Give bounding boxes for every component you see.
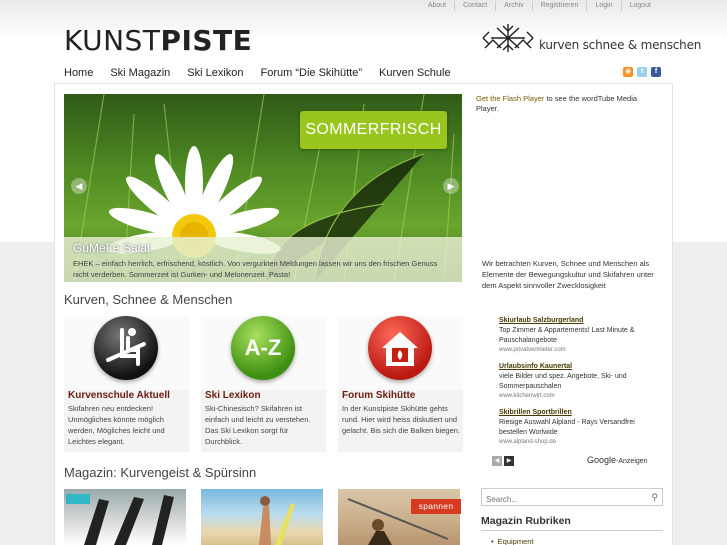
card-title[interactable]: Forum Skihütte bbox=[342, 390, 415, 401]
ad-url: www.kitchenwirt.com bbox=[499, 393, 555, 399]
slider-next-icon[interactable]: ▶ bbox=[443, 178, 459, 194]
main-nav: Home Ski Magazin Ski Lexikon Forum “Die … bbox=[64, 67, 468, 79]
topbar-link-archiv[interactable]: Archiv bbox=[495, 1, 531, 11]
slider-badge: SOMMERFRISCH bbox=[300, 111, 447, 149]
ad-item[interactable]: Urlaubsinfo Kaunertal viele Bilder und s… bbox=[499, 362, 657, 401]
snowflake-pattern-icon bbox=[482, 24, 534, 52]
nav-ski-magazin[interactable]: Ski Magazin bbox=[110, 67, 170, 79]
google-anzeigen: -Anzeigen bbox=[616, 458, 648, 465]
slider-prev-icon[interactable]: ◀ bbox=[71, 178, 87, 194]
ad-desc: viele Bilder und spez. Angebote, Ski- un… bbox=[499, 373, 627, 390]
top-utility-nav: About Contact Archiv Registrieren Login … bbox=[420, 0, 659, 12]
search-box: ⚲ bbox=[481, 488, 663, 508]
ad-title[interactable]: Skiurlaub Salzburgerland bbox=[499, 316, 657, 326]
card-icon-area: A-Z bbox=[201, 316, 326, 390]
card-kurvenschule[interactable]: Kurvenschule Aktuell Skifahren neu entde… bbox=[64, 316, 189, 452]
rss-icon[interactable]: ◉ bbox=[623, 67, 633, 77]
flash-player-notice: Get the Flash Player to see the wordTube… bbox=[476, 94, 656, 114]
rubriken-title: Magazin Rubriken bbox=[481, 515, 571, 527]
logo-part-kunst: KUNST bbox=[64, 24, 161, 57]
card-forum-skihuette[interactable]: Forum Skihütte In der Kunstpiste Skihütt… bbox=[338, 316, 463, 452]
facebook-icon[interactable]: f bbox=[651, 67, 661, 77]
google-ads-block: Skiurlaub Salzburgerland Top Zimmer & Ap… bbox=[499, 316, 657, 454]
section-title-kurven: Kurven, Schnee & Menschen bbox=[64, 292, 233, 307]
section-title-magazin: Magazin: Kurvengeist & Spürsinn bbox=[64, 465, 257, 480]
card-icon-area bbox=[64, 316, 189, 390]
brand-tagline: kurven schnee & menschen bbox=[539, 38, 702, 52]
ad-desc: Top Zimmer & Appartements! Last Minute &… bbox=[499, 327, 635, 344]
topbar-link-login[interactable]: Login bbox=[586, 1, 620, 11]
topbar-link-contact[interactable]: Contact bbox=[454, 1, 495, 11]
rubriken-divider bbox=[481, 530, 663, 531]
card-title[interactable]: Ski Lexikon bbox=[205, 390, 261, 401]
ski-lift-chair-icon bbox=[94, 316, 158, 380]
thumb-label-spannen: spannen bbox=[411, 499, 461, 514]
card-title[interactable]: Kurvenschule Aktuell bbox=[68, 390, 170, 401]
ads-prev-icon[interactable]: ◀ bbox=[492, 456, 502, 466]
ads-next-icon[interactable]: ▶ bbox=[504, 456, 514, 466]
get-flash-player-link[interactable]: Get the Flash Player bbox=[476, 94, 544, 103]
slider-caption: GuMeFe Salat EHEK – einfach herrlich, er… bbox=[64, 237, 462, 282]
nav-kurven-schule[interactable]: Kurven Schule bbox=[379, 67, 451, 79]
magazin-thumb-ski-silhouettes[interactable] bbox=[64, 489, 186, 545]
ads-pager: ◀ ▶ bbox=[492, 456, 514, 466]
card-text: In der Kunstpiste Skihütte gehts rund. H… bbox=[342, 404, 460, 435]
topbar-link-registrieren[interactable]: Registrieren bbox=[531, 1, 587, 11]
magazin-thumb-spannen[interactable] bbox=[338, 489, 460, 545]
social-links: ◉ t f bbox=[623, 67, 661, 77]
slider-text: EHEK – einfach herrlich, erfrischend, kö… bbox=[73, 259, 438, 279]
logo-part-piste: PISTE bbox=[160, 24, 253, 57]
a-z-icon: A-Z bbox=[231, 316, 295, 380]
about-text: Wir betrachten Kurven, Schnee und Mensch… bbox=[482, 259, 654, 290]
search-icon[interactable]: ⚲ bbox=[651, 492, 658, 503]
ad-url: www.alpland-shop.de bbox=[499, 439, 557, 445]
card-ski-lexikon[interactable]: A-Z Ski Lexikon Ski-Chinesisch? Skifahre… bbox=[201, 316, 326, 452]
slider-title[interactable]: GuMeFe Salat bbox=[73, 241, 453, 255]
ad-title[interactable]: Skibrillen Sportbrillen bbox=[499, 408, 657, 418]
card-text: Ski-Chinesisch? Skifahren ist einfach un… bbox=[205, 404, 311, 446]
nav-ski-lexikon[interactable]: Ski Lexikon bbox=[187, 67, 243, 79]
brand-tagline-block: kurven schnee & menschen bbox=[481, 22, 701, 54]
card-icon-area bbox=[338, 316, 463, 390]
rubriken-item-equipment[interactable]: Equipment bbox=[491, 537, 534, 545]
google-ads-label[interactable]: Google-Anzeigen bbox=[587, 455, 648, 465]
search-input[interactable] bbox=[482, 491, 642, 508]
ad-item[interactable]: Skibrillen Sportbrillen Riesige Auswahl … bbox=[499, 408, 657, 447]
card-text: Skifahren neu entdecken! Unmögliches kön… bbox=[68, 404, 165, 446]
site-logo[interactable]: KUNSTPISTE bbox=[64, 24, 252, 57]
topbar-link-logout[interactable]: Logout bbox=[620, 1, 659, 11]
ad-title[interactable]: Urlaubsinfo Kaunertal bbox=[499, 362, 657, 372]
ad-url: www.privatvermieter.com bbox=[499, 347, 566, 353]
topbar-link-about[interactable]: About bbox=[420, 1, 454, 11]
nav-forum-skihuette[interactable]: Forum “Die Skihütte” bbox=[261, 67, 362, 79]
ad-desc: Riesige Auswahl Alpland - Rays Versandfr… bbox=[499, 419, 635, 436]
magazin-thumb-beach-skis[interactable] bbox=[201, 489, 323, 545]
google-brand: Google bbox=[587, 455, 617, 465]
twitter-icon[interactable]: t bbox=[637, 67, 647, 77]
house-fire-icon bbox=[368, 316, 432, 380]
nav-home[interactable]: Home bbox=[64, 67, 93, 79]
ad-item[interactable]: Skiurlaub Salzburgerland Top Zimmer & Ap… bbox=[499, 316, 657, 355]
